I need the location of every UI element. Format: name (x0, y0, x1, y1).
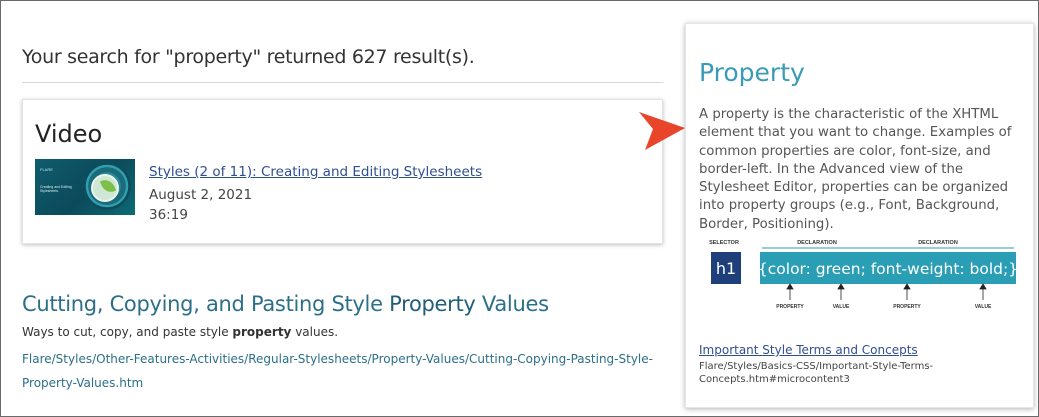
diagram-declaration-text: {color: green; font-weight: bold;} (758, 260, 1018, 278)
result-title-suffix: Values (475, 292, 549, 316)
result-path-link[interactable]: Flare/Styles/Other-Features-Activities/R… (22, 347, 662, 395)
glossary-popover: Property A property is the characteristi… (685, 23, 1034, 408)
result-title-link[interactable]: Cutting, Copying, and Pasting Style Prop… (22, 292, 549, 316)
video-duration: 36:19 (149, 207, 188, 223)
popover-topic-path: Flare/Styles/Basics-CSS/Important-Style-… (699, 361, 934, 385)
result-desc-suffix: values. (291, 325, 339, 339)
video-link[interactable]: Styles (2 of 11): Creating and Editing S… (149, 164, 482, 180)
video-heading: Video (35, 120, 103, 148)
result-desc-text: Ways to cut, copy, and paste style (22, 325, 233, 339)
diagram-selector-text: h1 (716, 259, 736, 278)
search-summary: Your search for "property" returned 627 … (22, 46, 475, 68)
diagram-arrows (786, 283, 987, 300)
popover-title: Property (699, 58, 805, 87)
popover-topic-link[interactable]: Important Style Terms and Concepts (699, 343, 918, 357)
popover-arrow-icon (639, 112, 685, 150)
video-card: Video FLARE Creating and Editing Stylesh… (22, 99, 663, 244)
thumbnail-caption: Creating and Editing Stylesheets (40, 185, 72, 193)
thumbnail-brand: FLARE (40, 167, 53, 172)
popover-text: A property is the characteristic of the … (699, 107, 1012, 232)
diagram-value-label-2: VALUE (975, 304, 992, 310)
diagram-declaration-label-1: DECLARATION (797, 240, 837, 246)
diagram-selector-label: SELECTOR (709, 240, 739, 246)
divider (22, 82, 663, 83)
video-thumbnail[interactable]: FLARE Creating and Editing Stylesheets (35, 159, 135, 215)
css-rule-diagram: SELECTOR DECLARATION DECLARATION h1 {col… (709, 240, 1018, 310)
diagram-property-label-2: PROPERTY (893, 304, 921, 310)
search-results-page: Your search for "property" returned 627 … (0, 0, 1039, 417)
result-description: Ways to cut, copy, and paste style prope… (22, 325, 338, 339)
diagram-value-label-1: VALUE (833, 304, 850, 310)
video-date: August 2, 2021 (149, 187, 253, 203)
result-title-highlight: Property (389, 292, 476, 316)
diagram-declaration-label-2: DECLARATION (918, 240, 958, 246)
result-desc-highlight: property (232, 325, 292, 339)
diagram-property-label-1: PROPERTY (776, 304, 804, 310)
result-title-text: Cutting, Copying, and Pasting Style (22, 292, 390, 316)
